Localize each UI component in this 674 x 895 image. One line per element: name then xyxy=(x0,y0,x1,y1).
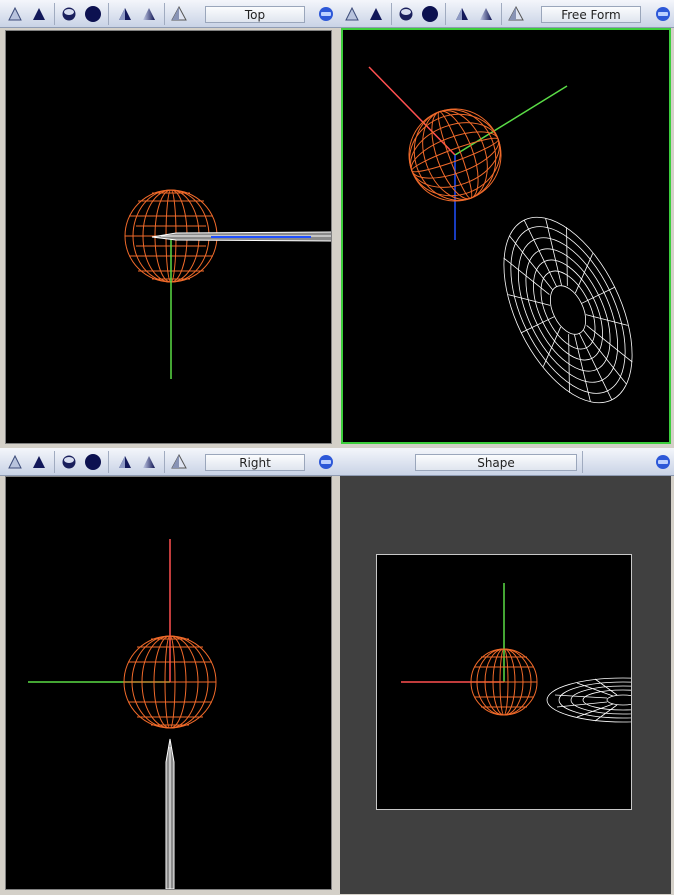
toolbar-separator xyxy=(108,3,109,25)
shape-canvas[interactable] xyxy=(376,554,632,810)
toolbar-separator xyxy=(54,451,55,473)
view-name-field[interactable]: Right xyxy=(205,454,305,471)
free-form-viewport[interactable] xyxy=(341,28,671,444)
right-scene xyxy=(28,539,217,889)
right-view-pane: Right xyxy=(0,448,337,895)
free-form-view-pane: Free Form xyxy=(337,0,674,447)
y-axis-line xyxy=(454,85,568,156)
toolbar-separator xyxy=(54,3,55,25)
wireframe-sphere-icon[interactable] xyxy=(395,3,417,25)
camera-reset-icon[interactable] xyxy=(655,6,671,22)
camera-reset-icon[interactable] xyxy=(318,6,334,22)
free-form-toolbar: Free Form xyxy=(337,0,674,28)
torus-edge-view xyxy=(165,738,175,889)
wireframe-sphere-icon[interactable] xyxy=(58,3,80,25)
solid-cone-icon[interactable] xyxy=(28,3,50,25)
top-view-toolbar: Top xyxy=(0,0,337,28)
smooth-shade-icon[interactable] xyxy=(138,3,160,25)
toolbar-separator xyxy=(391,3,392,25)
solid-sphere-icon[interactable] xyxy=(82,451,104,473)
camera-reset-icon[interactable] xyxy=(318,454,334,470)
camera-reset-icon[interactable] xyxy=(655,454,671,470)
top-scene xyxy=(124,189,331,379)
toolbar-separator xyxy=(501,3,502,25)
right-viewport[interactable] xyxy=(5,476,332,890)
wireframe-sphere-icon[interactable] xyxy=(58,451,80,473)
transparent-cone-icon[interactable] xyxy=(168,451,190,473)
smooth-shade-icon[interactable] xyxy=(138,451,160,473)
wireframe-cone-icon[interactable] xyxy=(4,451,26,473)
toolbar-separator xyxy=(445,3,446,25)
free-form-scene xyxy=(368,66,633,404)
top-view-pane: Top xyxy=(0,0,337,447)
view-name-field[interactable]: Shape xyxy=(415,454,577,471)
top-viewport[interactable] xyxy=(5,30,332,444)
solid-sphere-icon[interactable] xyxy=(419,3,441,25)
shape-preview-area xyxy=(340,476,671,894)
toolbar-separator xyxy=(164,3,165,25)
flat-shade-icon[interactable] xyxy=(451,3,473,25)
transparent-cone-icon[interactable] xyxy=(168,3,190,25)
wireframe-cone-icon[interactable] xyxy=(341,3,363,25)
shape-toolbar: Shape xyxy=(337,448,674,476)
torus-wireframe xyxy=(546,677,631,723)
toolbar-separator xyxy=(164,451,165,473)
smooth-shade-icon[interactable] xyxy=(475,3,497,25)
shape-scene xyxy=(401,583,631,723)
right-view-toolbar: Right xyxy=(0,448,337,476)
view-name-field[interactable]: Top xyxy=(205,6,305,23)
flat-shade-icon[interactable] xyxy=(114,451,136,473)
toolbar-separator xyxy=(582,451,583,473)
shape-view-pane: Shape xyxy=(337,448,674,895)
flat-shade-icon[interactable] xyxy=(114,3,136,25)
solid-cone-icon[interactable] xyxy=(28,451,50,473)
wireframe-cone-icon[interactable] xyxy=(4,3,26,25)
toolbar-separator xyxy=(108,451,109,473)
solid-cone-icon[interactable] xyxy=(365,3,387,25)
transparent-cone-icon[interactable] xyxy=(505,3,527,25)
torus-edge-view xyxy=(151,231,331,242)
view-name-field[interactable]: Free Form xyxy=(541,6,641,23)
torus-wireframe xyxy=(503,216,633,404)
solid-sphere-icon[interactable] xyxy=(82,3,104,25)
